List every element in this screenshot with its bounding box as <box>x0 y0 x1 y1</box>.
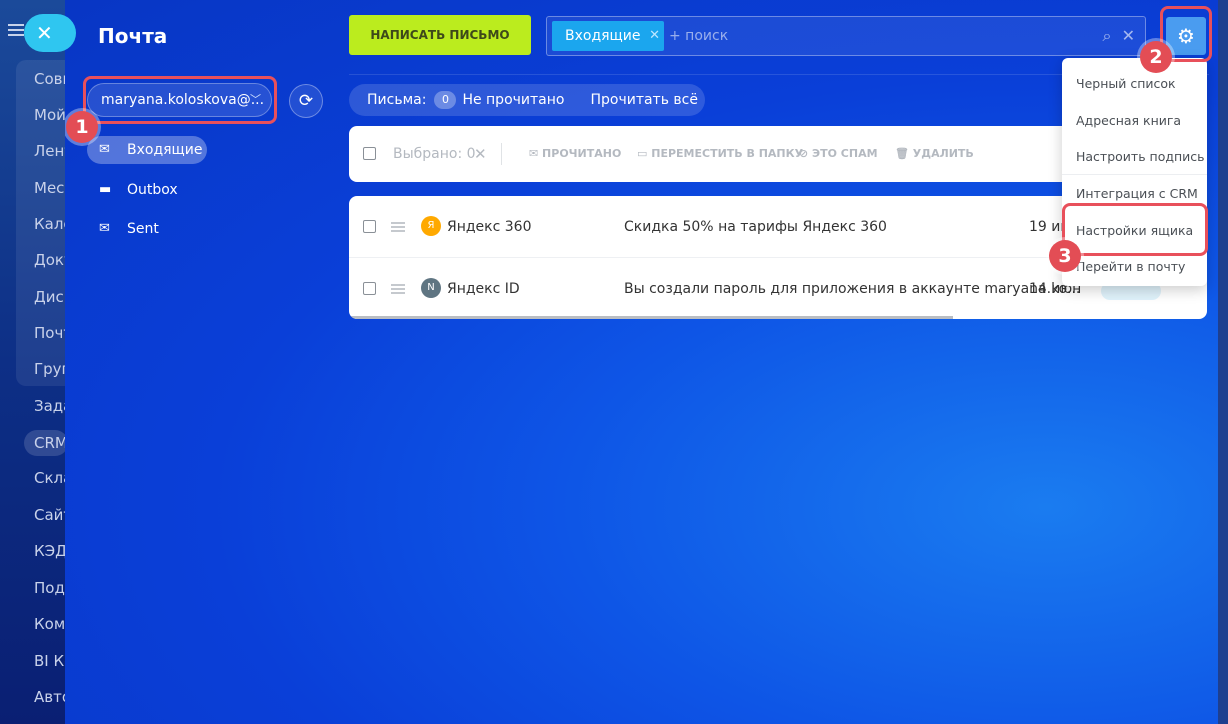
search-placeholder[interactable]: + поиск <box>669 17 728 55</box>
read-all-link[interactable]: Прочитать всё <box>590 92 698 108</box>
step-badge: 2 <box>1140 41 1172 73</box>
left-navigation: Совм Мой Лент Месс Кале Доку Диск Почт Г… <box>0 0 76 724</box>
menu-item-signature[interactable]: Настроить подпись <box>1076 149 1205 164</box>
drag-handle-icon[interactable] <box>391 222 405 232</box>
avatar: N <box>421 278 441 298</box>
unread-filter[interactable]: Не прочитано <box>462 92 564 108</box>
nav-item[interactable]: КЭДО <box>34 542 66 560</box>
nav-item[interactable]: Комм <box>34 615 66 633</box>
divider <box>501 143 502 165</box>
menu-icon[interactable] <box>8 24 24 36</box>
move-to-folder-button[interactable]: ▭ ПЕРЕМЕСТИТЬ В ПАПКУ <box>637 126 803 182</box>
label: УДАЛИТЬ <box>912 147 974 160</box>
chip-label: Входящие <box>565 28 641 44</box>
nav-item[interactable]: Доку <box>34 251 66 269</box>
label: ПЕРЕМЕСТИТЬ В ПАПКУ <box>651 147 804 160</box>
nav-item[interactable]: Совм <box>34 70 66 88</box>
nav-item[interactable]: Зада <box>34 397 66 415</box>
highlight-mailbox-settings <box>1062 203 1208 256</box>
refresh-button[interactable]: ⟳ <box>289 84 323 118</box>
delete-button[interactable]: 🗑 УДАЛИТЬ <box>895 126 974 182</box>
folder-outbox[interactable]: ▬ Outbox <box>87 176 178 204</box>
nav-item[interactable]: Сайт <box>34 506 66 524</box>
clear-icon[interactable]: ✕ <box>1122 26 1135 45</box>
nav-item[interactable]: Авто <box>34 688 66 706</box>
envelope-icon: ✉ <box>99 142 110 157</box>
subject: Скидка 50% на тарифы Яндекс 360 <box>624 219 887 235</box>
label: ПРОЧИТАНО <box>542 147 622 160</box>
spam-button[interactable]: ⊘ ЭТО СПАМ <box>799 126 878 182</box>
folder-inbox[interactable]: ✉ Входящие <box>87 136 207 164</box>
menu-item-blacklist[interactable]: Черный список <box>1076 76 1176 91</box>
nav-item[interactable]: Груп <box>34 360 66 378</box>
label: ЭТО СПАМ <box>812 147 878 160</box>
folder-icon: ▬ <box>99 182 112 197</box>
row-checkbox[interactable] <box>363 220 376 233</box>
nav-item[interactable]: Месс <box>34 179 66 197</box>
search-input[interactable]: Входящие ✕ + поиск ⌕ ✕ <box>546 16 1146 56</box>
menu-item-go-to-mail[interactable]: Перейти в почту <box>1076 259 1185 274</box>
background-strip <box>1218 0 1228 724</box>
sender: Яндекс 360 <box>447 219 532 235</box>
menu-item-crm-integration[interactable]: Интеграция с CRM <box>1076 186 1198 201</box>
avatar: Я <box>421 216 441 236</box>
unread-count-badge: 0 <box>434 91 457 109</box>
nav-item[interactable]: Мой <box>34 106 66 124</box>
nav-item-crm[interactable]: CRM <box>24 430 68 456</box>
nav-item[interactable]: Подп <box>34 579 66 597</box>
step-badge: 3 <box>1049 240 1081 272</box>
sender: Яндекс ID <box>447 281 520 297</box>
remove-chip-icon[interactable]: ✕ <box>649 21 660 51</box>
nav-item[interactable]: BI Ко <box>34 652 66 670</box>
nav-item[interactable]: Почт <box>34 324 66 342</box>
nav-item[interactable]: Диск <box>34 288 66 306</box>
step-badge: 1 <box>66 111 98 143</box>
refresh-icon: ⟳ <box>298 91 314 111</box>
clear-selection-icon[interactable]: ✕ <box>474 126 487 182</box>
close-panel-button[interactable]: ✕ <box>24 14 76 52</box>
subject: Вы создали пароль для приложения в аккау… <box>624 281 1081 297</box>
mark-read-button[interactable]: ✉ ПРОЧИТАНО <box>529 126 621 182</box>
folder-label: Sent <box>127 221 159 237</box>
nav-item[interactable]: Скла <box>34 469 66 487</box>
row-checkbox[interactable] <box>363 282 376 295</box>
menu-item-address-book[interactable]: Адресная книга <box>1076 113 1181 128</box>
drag-handle-icon[interactable] <box>391 284 405 294</box>
nav-item[interactable]: Лент <box>34 142 66 160</box>
letters-counter: Письма: 0 Не прочитано Прочитать всё <box>349 84 705 116</box>
folder-sent[interactable]: ✉ Sent <box>87 215 159 243</box>
folder-label: Входящие <box>127 142 203 158</box>
mail-panel: Почта maryana.koloskova@... ﹀ ⟳ ✉ Входящие… <box>65 0 1218 724</box>
search-icon[interactable]: ⌕ <box>1102 26 1111 45</box>
horizontal-scrollbar[interactable] <box>349 316 953 319</box>
counter-label: Письма: <box>367 92 427 108</box>
filter-chip-inbox[interactable]: Входящие ✕ <box>552 21 664 51</box>
highlight-account <box>83 76 277 124</box>
compose-button[interactable]: НАПИСАТЬ ПИСЬМО <box>349 15 531 55</box>
select-all-checkbox[interactable] <box>363 147 376 160</box>
selected-count: Выбрано: 0 <box>393 146 476 162</box>
close-icon: ✕ <box>36 21 53 45</box>
nav-item[interactable]: Кале <box>34 215 66 233</box>
divider <box>1062 174 1207 175</box>
sent-icon: ✉ <box>99 221 110 236</box>
folder-label: Outbox <box>127 182 178 198</box>
page-title: Почта <box>98 24 168 48</box>
